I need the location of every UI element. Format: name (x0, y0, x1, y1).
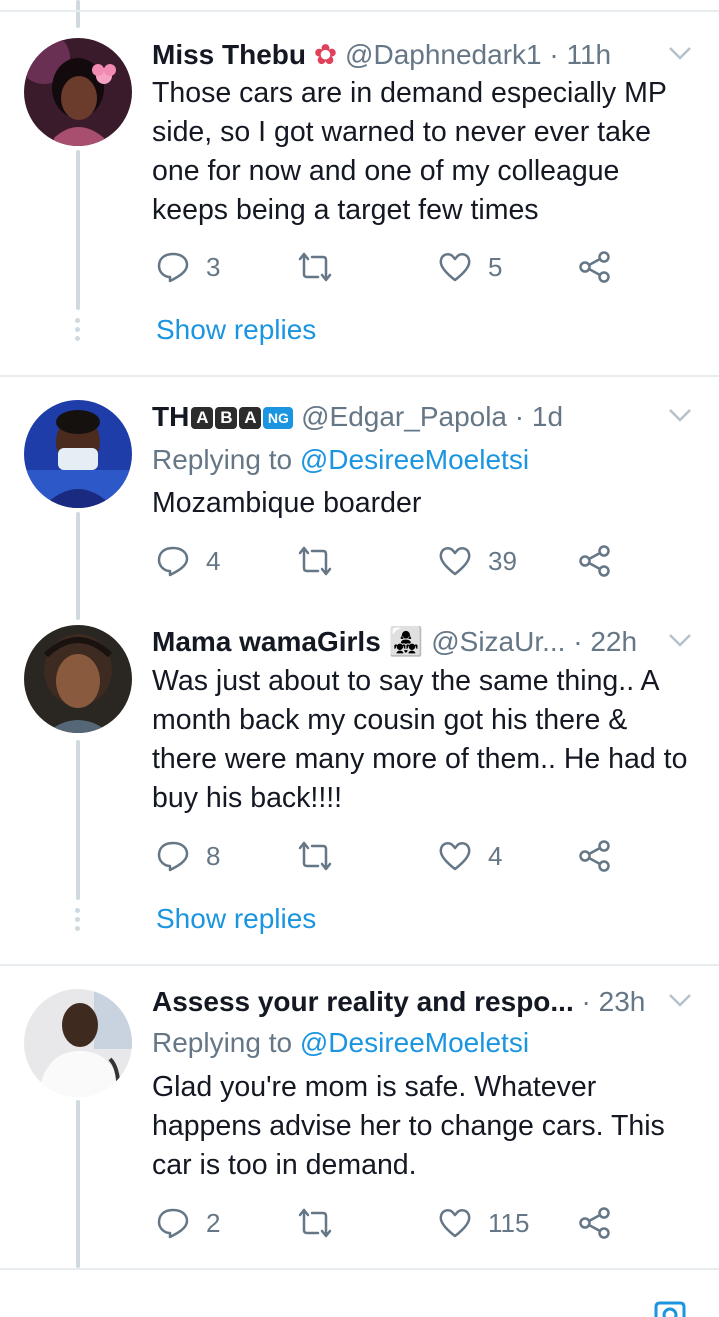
share-button[interactable] (578, 250, 612, 284)
show-replies-link[interactable]: Show replies (156, 903, 316, 935)
replying-to: Replying to @DesireeMoeletsi (152, 443, 529, 477)
heart-icon (439, 1208, 471, 1238)
heart-icon (439, 252, 471, 282)
divider-1 (0, 375, 719, 377)
display-name[interactable]: Miss Thebu (152, 39, 306, 70)
replying-to-label: Replying to (152, 444, 300, 475)
reply-icon (157, 841, 189, 872)
retweet-button[interactable] (298, 839, 348, 873)
separator-dot: · (573, 626, 583, 657)
name-prefix: TH (152, 401, 190, 432)
replying-to-label: Replying to (152, 1027, 300, 1058)
flower-emoji-icon: ✿ (313, 39, 338, 70)
retweet-icon (298, 1208, 332, 1238)
compose-reply-bar[interactable] (0, 1283, 719, 1317)
share-icon (579, 1207, 610, 1239)
reply-icon (157, 1208, 189, 1239)
like-button[interactable]: 115 (438, 1206, 529, 1240)
man-white-shirt-avatar[interactable] (24, 989, 132, 1097)
share-button[interactable] (578, 544, 612, 578)
retweet-button[interactable] (298, 250, 348, 284)
man-with-mask-avatar[interactable] (24, 400, 132, 508)
camera-icon[interactable] (650, 1297, 690, 1317)
retweet-button[interactable] (298, 1206, 348, 1240)
display-name[interactable]: Mama wamaGirls (152, 626, 381, 657)
user-handle[interactable]: @SizaUr... (431, 626, 565, 657)
thread-line-1 (76, 150, 80, 310)
timestamp[interactable]: 11h (566, 39, 611, 70)
like-button[interactable]: 39 (438, 544, 517, 578)
reply-count: 2 (206, 1207, 221, 1238)
retweet-icon (298, 546, 332, 576)
letter-badge-a2: A (239, 407, 262, 429)
tweet-text: Glad you're mom is safe. Whatever happen… (152, 1071, 665, 1181)
like-button[interactable]: 5 (438, 250, 502, 284)
like-count: 39 (488, 545, 517, 576)
letter-badge-ng: NG (263, 407, 294, 429)
woman-braids-avatar[interactable] (24, 625, 132, 733)
display-name[interactable]: Assess your reality and respo... (152, 986, 574, 1017)
heart-icon (439, 546, 471, 576)
thread-line-3 (76, 740, 80, 900)
tweet-text: Those cars are in demand especially MP s… (152, 77, 667, 226)
reply-button[interactable]: 8 (156, 839, 220, 873)
mention-link[interactable]: @DesireeMoeletsi (300, 1027, 529, 1058)
separator-dot: · (581, 986, 591, 1017)
like-count: 115 (488, 1207, 530, 1238)
woman-with-flower-avatar[interactable] (24, 38, 132, 146)
thread-more-dots-1 (75, 318, 81, 345)
like-count: 4 (488, 840, 503, 871)
letter-badge-a: A (191, 407, 214, 429)
divider-3 (0, 1268, 719, 1270)
retweet-icon (298, 841, 332, 871)
retweet-icon (298, 252, 332, 282)
timestamp[interactable]: 1d (532, 401, 563, 432)
tweet-text: Was just about to say the same thing.. A… (152, 665, 688, 814)
like-button[interactable]: 4 (438, 839, 502, 873)
chevron-down-icon[interactable] (667, 987, 693, 1013)
reply-count: 3 (206, 251, 221, 282)
user-handle[interactable]: @Daphnedark1 (345, 39, 542, 70)
replying-to: Replying to @DesireeMoeletsi (152, 1026, 529, 1060)
family-emoji-icon: 👩‍👧‍👧 (388, 626, 424, 657)
share-icon (579, 251, 610, 283)
timestamp[interactable]: 23h (599, 986, 646, 1017)
separator-dot: · (514, 401, 525, 432)
like-count: 5 (488, 251, 503, 282)
heart-icon (439, 841, 471, 871)
thread-line-top (76, 0, 80, 28)
share-icon (579, 840, 610, 872)
mention-link[interactable]: @DesireeMoeletsi (300, 444, 529, 475)
share-icon (579, 545, 610, 577)
retweet-button[interactable] (298, 544, 348, 578)
user-handle[interactable]: @Edgar_Papola (301, 401, 507, 432)
tweet-header: Mama wamaGirls 👩‍👧‍👧 @SizaUr... · 22h (152, 625, 637, 659)
reply-icon (157, 546, 189, 577)
chevron-down-icon[interactable] (667, 40, 693, 66)
thread-line-2 (76, 512, 80, 620)
letter-badge-b: B (215, 407, 238, 429)
reply-count: 8 (206, 840, 221, 871)
show-replies-link[interactable]: Show replies (156, 314, 316, 346)
thread-line-4 (76, 1100, 80, 1268)
divider-top (0, 10, 719, 12)
reply-button[interactable]: 4 (156, 544, 220, 578)
tweet-header: Assess your reality and respo... · 23h (152, 985, 645, 1019)
share-button[interactable] (578, 839, 612, 873)
reply-button[interactable]: 3 (156, 250, 220, 284)
reply-count: 4 (206, 545, 221, 576)
timestamp[interactable]: 22h (590, 626, 637, 657)
chevron-down-icon[interactable] (667, 402, 693, 428)
tweet-text: Mozambique boarder (152, 487, 422, 519)
separator-dot: · (549, 39, 559, 70)
chevron-down-icon[interactable] (667, 627, 693, 653)
reply-icon (157, 252, 189, 283)
thread-more-dots-2 (75, 908, 81, 935)
reply-button[interactable]: 2 (156, 1206, 220, 1240)
display-name[interactable]: TH A B A NG (152, 401, 294, 432)
tweet-header: Miss Thebu ✿ @Daphnedark1 · 11h (152, 38, 611, 72)
share-button[interactable] (578, 1206, 612, 1240)
divider-2 (0, 964, 719, 966)
tweet-header: TH A B A NG @Edgar_Papola · 1d (152, 400, 563, 434)
